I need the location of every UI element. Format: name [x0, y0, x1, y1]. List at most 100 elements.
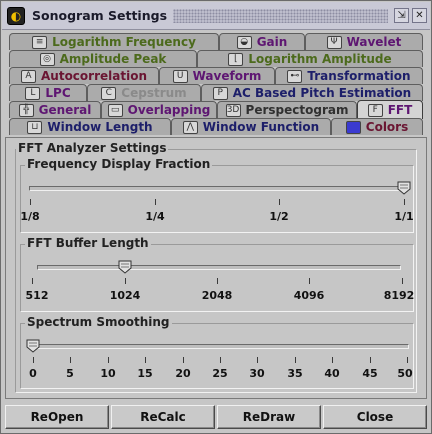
pitch-estimation-icon: P	[212, 86, 228, 100]
tick-20	[183, 357, 184, 363]
spectrum-smoothing-track[interactable]	[29, 344, 409, 349]
tab-label: LPC	[45, 86, 71, 100]
tick-label: 8192	[383, 289, 415, 302]
colors-icon	[345, 120, 361, 134]
buffer-length-track[interactable]	[37, 265, 401, 270]
app-logo-icon: ◐	[7, 6, 25, 25]
tick-1024	[125, 278, 126, 284]
log-amplitude-icon: ⌊	[228, 52, 244, 66]
sonogram-settings-window: ◐ Sonogram Settings ⇲ ✕ ≡ Logarithm Freq…	[0, 0, 432, 434]
minimize-icon[interactable]: ⇲	[394, 8, 409, 23]
perspectogram-icon: 3D	[225, 103, 241, 117]
close-icon[interactable]: ✕	[412, 8, 427, 23]
frequency-display-label: Frequency Display Fraction	[25, 157, 213, 171]
tick-0	[33, 357, 34, 363]
tick-label: 25	[212, 367, 228, 380]
tab-row-6: ⊔ Window Length ⋀ Window Function Colors	[5, 118, 427, 135]
tick-1-8	[30, 199, 31, 205]
tab-gain[interactable]: ◒ Gain	[219, 33, 305, 50]
tab-label: Transformation	[307, 69, 411, 83]
frequency-display-thumb[interactable]	[397, 181, 411, 195]
buffer-length-label: FFT Buffer Length	[25, 236, 151, 250]
tab-row-1: ≡ Logarithm Frequency ◒ Gain Ψ Wavelet	[5, 33, 427, 50]
spectrum-smoothing-thumb[interactable]	[26, 339, 40, 353]
tick-label: 20	[175, 367, 191, 380]
reopen-button[interactable]: ReOpen	[5, 405, 109, 429]
title-bar[interactable]: ◐ Sonogram Settings ⇲ ✕	[2, 2, 430, 30]
frequency-display-track[interactable]	[29, 186, 409, 191]
window-title: Sonogram Settings	[32, 8, 168, 23]
buffer-length-group: FFT Buffer Length 512 1024 2048 4096 819…	[20, 236, 415, 312]
tab-wavelet[interactable]: Ψ Wavelet	[305, 33, 423, 50]
tab-label: Perspectogram	[245, 103, 349, 117]
window-function-icon: ⋀	[182, 120, 198, 134]
tab-logarithm-amplitude[interactable]: ⌊ Logarithm Amplitude	[197, 50, 423, 67]
tab-row-5: ╬ General ▭ Overlapping 3D Perspectogram…	[5, 100, 427, 119]
tab-label: Window Function	[202, 120, 320, 134]
tick-8192	[402, 278, 403, 284]
tick-1-1	[404, 199, 405, 205]
fft-analyzer-title: FFT Analyzer Settings	[16, 141, 169, 155]
recalc-button[interactable]: ReCalc	[111, 405, 215, 429]
fft-icon: F	[367, 103, 383, 117]
tick-label: 35	[287, 367, 303, 380]
tick-label: 1024	[109, 289, 141, 302]
buffer-length-thumb[interactable]	[118, 260, 132, 274]
cepstrum-icon: C	[101, 86, 117, 100]
tab-cepstrum[interactable]: C Cepstrum	[87, 84, 201, 101]
tab-label: Amplitude Peak	[59, 52, 167, 66]
spectrum-smoothing-label: Spectrum Smoothing	[25, 315, 172, 329]
tab-label: General	[38, 103, 92, 117]
tab-overlapping[interactable]: ▭ Overlapping	[101, 101, 217, 118]
tab-transformation[interactable]: ⊷ Transformation	[275, 67, 423, 84]
frequency-display-group: Frequency Display Fraction 1/8 1/4 1/2 1…	[20, 157, 414, 233]
tab-general[interactable]: ╬ General	[9, 101, 101, 118]
tick-label: 15	[137, 367, 153, 380]
tick-label: 4096	[293, 289, 325, 302]
tab-ac-based-pitch-estimation[interactable]: P AC Based Pitch Estimation	[201, 84, 423, 101]
tab-label: Window Length	[47, 120, 153, 134]
tab-label: Wavelet	[346, 35, 402, 49]
tab-row-2: ◎ Amplitude Peak ⌊ Logarithm Amplitude	[5, 50, 427, 67]
tab-label: AC Based Pitch Estimation	[232, 86, 412, 100]
autocorrelation-icon: A	[21, 69, 36, 83]
log-frequency-icon: ≡	[32, 35, 48, 49]
tab-amplitude-peak[interactable]: ◎ Amplitude Peak	[9, 50, 197, 67]
tick-label: 512	[25, 289, 49, 302]
tab-label: Logarithm Amplitude	[248, 52, 392, 66]
tick-50	[407, 357, 408, 363]
tick-label: 45	[362, 367, 378, 380]
lpc-icon: L	[25, 86, 41, 100]
close-button[interactable]: Close	[323, 405, 427, 429]
tab-logarithm-frequency[interactable]: ≡ Logarithm Frequency	[9, 33, 219, 50]
tab-row-3: A Autocorrelation U Waveform ⊷ Transform…	[5, 67, 427, 84]
tab-window-function[interactable]: ⋀ Window Function	[171, 118, 331, 135]
redraw-button[interactable]: ReDraw	[217, 405, 321, 429]
tab-label: Overlapping	[127, 103, 211, 117]
tab-fft[interactable]: F FFT	[357, 100, 423, 119]
tick-40	[332, 357, 333, 363]
tab-label: Logarithm Frequency	[52, 35, 196, 49]
waveform-icon: U	[172, 69, 188, 83]
tick-35	[295, 357, 296, 363]
tab-perspectogram[interactable]: 3D Perspectogram	[217, 101, 357, 118]
tick-label: 10	[100, 367, 116, 380]
tick-label: 2048	[201, 289, 233, 302]
tick-label: 40	[324, 367, 340, 380]
tab-waveform[interactable]: U Waveform	[159, 67, 275, 84]
tab-label: FFT	[387, 103, 413, 117]
tick-45	[370, 357, 371, 363]
transformation-icon: ⊷	[287, 69, 303, 83]
tab-lpc[interactable]: L LPC	[9, 84, 87, 101]
tab-window-length[interactable]: ⊔ Window Length	[9, 118, 171, 135]
gain-icon: ◒	[236, 35, 252, 49]
tick-label: 30	[249, 367, 265, 380]
tick-label: 1/8	[20, 210, 40, 223]
tab-colors[interactable]: Colors	[331, 118, 423, 135]
tick-2048	[217, 278, 218, 284]
tab-autocorrelation[interactable]: A Autocorrelation	[9, 67, 159, 84]
tick-label: 1/1	[394, 210, 414, 223]
tick-512	[32, 278, 33, 284]
tick-30	[257, 357, 258, 363]
tick-10	[108, 357, 109, 363]
